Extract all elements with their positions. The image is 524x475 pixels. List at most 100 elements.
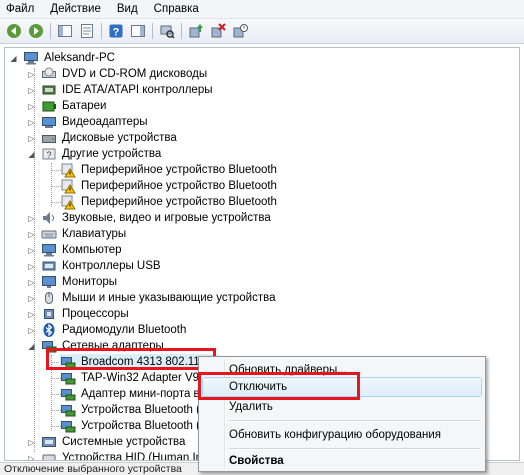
display-adapter-icon: [42, 117, 56, 128]
uninstall-icon[interactable]: [209, 22, 227, 40]
tree-item-mice[interactable]: ▷ Мыши и иные указывающие устройства: [27, 290, 276, 306]
tree-item-label: Устройства Bluetooth (ли: [81, 404, 214, 416]
disable-icon[interactable]: [231, 22, 249, 40]
show-hide-tree-icon[interactable]: [56, 22, 74, 40]
tree-item-computer[interactable]: ▷ Компьютер: [27, 242, 122, 258]
tree-item-label: Дисковые устройства: [62, 132, 177, 144]
processor-icon: [44, 309, 54, 319]
keyboard-icon: [41, 230, 57, 239]
expand-arrow-icon[interactable]: ▷: [27, 294, 36, 303]
tree-item-label: TAP-Win32 Adapter V9: [81, 372, 200, 384]
tree-item-ide[interactable]: ▷ IDE ATA/ATAPI контроллеры: [27, 82, 213, 98]
mouse-icon: [45, 292, 53, 304]
tree-item-label: Мониторы: [62, 276, 118, 288]
properties-icon[interactable]: [78, 22, 96, 40]
menu-view[interactable]: Вид: [117, 3, 138, 15]
ide-controller-icon: [42, 85, 56, 95]
tree-item-dvd[interactable]: ▷ DVD и CD-ROM дисководы: [27, 66, 207, 82]
tree-item-bt-peripheral-3[interactable]: Периферийное устройство Bluetooth: [60, 194, 277, 210]
expand-arrow-icon[interactable]: ▷: [27, 246, 36, 255]
monitor-icon: [42, 276, 56, 288]
expand-arrow-icon[interactable]: ▷: [27, 278, 36, 287]
tree-item-bt-peripheral-1[interactable]: Периферийное устройство Bluetooth: [60, 162, 277, 178]
expand-arrow-icon[interactable]: ▷: [27, 310, 36, 319]
usb-controller-icon: [42, 261, 56, 271]
tree-item-label: IDE ATA/ATAPI контроллеры: [62, 84, 213, 96]
menu-bar: Файл Действие Вид Справка: [0, 0, 524, 19]
tree-root[interactable]: ◢ Aleksandr-PC: [9, 50, 115, 66]
expand-arrow-icon[interactable]: ▷: [27, 118, 36, 127]
annotation-frame-device: [46, 348, 216, 370]
tree-item-keyboards[interactable]: ▷ Клавиатуры: [27, 226, 126, 242]
tree-item-label: Звуковые, видео и игровые устройства: [62, 212, 271, 224]
tree-item-usb[interactable]: ▷ Контроллеры USB: [27, 258, 161, 274]
toolbar: ?: [0, 19, 524, 44]
network-card-icon: [61, 373, 76, 385]
update-driver-icon[interactable]: [187, 22, 205, 40]
tree-item-system-devices[interactable]: ▷ Системные устройства: [27, 434, 185, 450]
tree-item-label: Периферийное устройство Bluetooth: [81, 180, 277, 192]
tree-item-label: Процессоры: [62, 308, 129, 320]
other-devices-icon: ?: [42, 148, 56, 160]
tree-item-miniport-adapter[interactable]: Адаптер мини-порта вирт: [60, 386, 218, 402]
tree-item-label: Контроллеры USB: [62, 260, 161, 272]
tree-item-display[interactable]: ▷ Видеоадаптеры: [27, 114, 148, 130]
bluetooth-icon: [43, 323, 55, 337]
computer-icon: [24, 52, 38, 65]
tree-item-disks[interactable]: ▷ Дисковые устройства: [27, 130, 177, 146]
collapse-arrow-icon[interactable]: ◢: [9, 54, 18, 63]
context-menu-separator: [229, 448, 481, 450]
tree-item-hid[interactable]: ▷ Устройства HID (Human Inter: [27, 450, 216, 461]
collapse-arrow-icon[interactable]: ◢: [27, 342, 36, 351]
action-pane-icon[interactable]: [129, 22, 147, 40]
expand-arrow-icon[interactable]: ▷: [27, 134, 36, 143]
computer-icon: [42, 244, 56, 257]
tree-item-bt-device-1[interactable]: Устройства Bluetooth (ли: [60, 402, 213, 418]
expand-arrow-icon[interactable]: ▷: [27, 326, 36, 335]
menu-file[interactable]: Файл: [6, 3, 34, 15]
tree-item-label: Устройства HID (Human Inter: [62, 452, 216, 461]
scan-hardware-icon[interactable]: [158, 22, 176, 40]
tree-item-monitors[interactable]: ▷ Мониторы: [27, 274, 117, 290]
help-icon[interactable]: ?: [107, 22, 125, 40]
tree-item-label: DVD и CD-ROM дисководы: [62, 68, 208, 80]
battery-icon: [42, 101, 56, 112]
collapse-arrow-icon[interactable]: ◢: [27, 150, 36, 159]
back-icon[interactable]: [5, 22, 23, 40]
tree-item-other-devices[interactable]: ◢ ? Другие устройства: [27, 146, 161, 162]
expand-arrow-icon[interactable]: ▷: [27, 230, 36, 239]
expand-arrow-icon[interactable]: ▷: [27, 262, 36, 271]
tree-item-tap-adapter[interactable]: TAP-Win32 Adapter V9: [60, 370, 199, 386]
dvd-drive-icon: [42, 67, 56, 78]
menu-item-properties[interactable]: Свойства: [229, 452, 284, 470]
forward-icon[interactable]: [27, 22, 45, 40]
menu-item-uninstall[interactable]: Удалить: [229, 398, 273, 416]
tree-item-bt-radios[interactable]: ▷ Радиомодули Bluetooth: [27, 322, 186, 338]
tree-item-label: Радиомодули Bluetooth: [62, 324, 187, 336]
menu-item-scan-hardware[interactable]: Обновить конфигурацию оборудования: [229, 426, 441, 444]
toolbar-separator: [101, 23, 102, 39]
menu-action[interactable]: Действие: [50, 3, 101, 15]
network-card-icon: [61, 421, 76, 433]
tree-item-bt-peripheral-2[interactable]: Периферийное устройство Bluetooth: [60, 178, 277, 194]
network-card-icon: [61, 389, 76, 401]
expand-arrow-icon[interactable]: ▷: [27, 102, 36, 111]
system-devices-icon: [42, 437, 56, 447]
tree-item-processors[interactable]: ▷ Процессоры: [27, 306, 129, 322]
tree-item-sound[interactable]: ▷ Звуковые, видео и игровые устройства: [27, 210, 271, 226]
expand-arrow-icon[interactable]: ▷: [27, 70, 36, 79]
tree-item-label: Системные устройства: [62, 436, 186, 448]
expand-arrow-icon[interactable]: ▷: [27, 454, 36, 461]
tree-item-label: Компьютер: [62, 244, 122, 256]
expand-arrow-icon[interactable]: ▷: [27, 86, 36, 95]
network-card-icon: [61, 405, 76, 417]
tree-item-bt-device-2[interactable]: Устройства Bluetooth (пр: [60, 418, 213, 434]
tree-item-label: Видеоадаптеры: [62, 116, 148, 128]
tree-item-batteries[interactable]: ▷ Батареи: [27, 98, 106, 114]
expand-arrow-icon[interactable]: ▷: [27, 438, 36, 447]
disk-drive-icon: [42, 135, 56, 143]
menu-help[interactable]: Справка: [154, 3, 199, 15]
unknown-device-warning-icon: [61, 163, 76, 178]
expand-arrow-icon[interactable]: ▷: [27, 214, 36, 223]
svg-text:?: ?: [113, 27, 120, 39]
